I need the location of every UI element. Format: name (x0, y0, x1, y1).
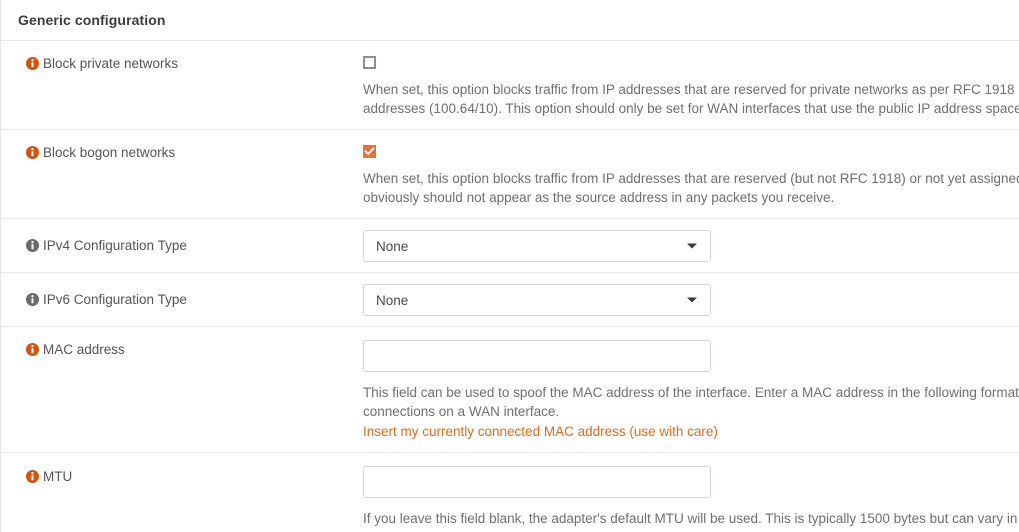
field-label-ipv6-configuration-type: IPv6 Configuration Type (43, 292, 187, 307)
label-cell-block-bogon-networks: Block bogon networks (1, 143, 363, 161)
select-ipv6-configuration-type[interactable]: None (363, 284, 711, 316)
help-text-block-bogon-networks: When set, this option blocks traffic fro… (363, 169, 1019, 207)
label-cell-mtu: MTU (1, 466, 363, 485)
help-text-mtu: If you leave this field blank, the adapt… (363, 509, 1019, 528)
checkbox-block-private-networks[interactable] (363, 56, 376, 69)
help-text-block-private-networks: When set, this option blocks traffic fro… (363, 80, 1019, 118)
control-cell-ipv4-configuration-type: None (363, 230, 1019, 262)
control-cell-mtu: If you leave this field blank, the adapt… (363, 466, 1019, 528)
label-cell-ipv4-configuration-type: IPv4 Configuration Type (1, 230, 363, 254)
row-ipv6-configuration-type: IPv6 Configuration Type None (1, 273, 1019, 327)
insert-connected-mac-address-link[interactable]: Insert my currently connected MAC addres… (363, 422, 1019, 441)
field-label-mac-address: MAC address (43, 342, 125, 357)
help-line: If you leave this field blank, the adapt… (363, 511, 1019, 526)
help-line: obviously should not appear as the sourc… (363, 190, 835, 205)
info-circle-icon[interactable] (26, 57, 39, 70)
row-mtu: MTU If you leave this field blank, the a… (1, 453, 1019, 532)
select-value-ipv6: None (376, 292, 409, 308)
control-cell-mac-address: This field can be used to spoof the MAC … (363, 340, 1019, 441)
help-line: When set, this option blocks traffic fro… (363, 82, 1019, 97)
generic-configuration-panel: Generic configuration Block private netw… (0, 0, 1019, 532)
row-block-bogon-networks: Block bogon networks When set, this opti… (1, 130, 1019, 219)
help-line: connections on a WAN interface. (363, 404, 560, 419)
info-circle-icon[interactable] (26, 470, 39, 483)
label-cell-mac-address: MAC address (1, 340, 363, 358)
chevron-down-icon (687, 297, 697, 303)
help-text-mac-address: This field can be used to spoof the MAC … (363, 383, 1019, 441)
field-label-ipv4-configuration-type: IPv4 Configuration Type (43, 238, 187, 253)
row-ipv4-configuration-type: IPv4 Configuration Type None (1, 219, 1019, 273)
help-line: When set, this option blocks traffic fro… (363, 171, 1019, 186)
control-cell-block-bogon-networks: When set, this option blocks traffic fro… (363, 143, 1019, 207)
field-label-mtu: MTU (43, 469, 73, 484)
field-label-block-private-networks: Block private networks (43, 56, 179, 71)
checkbox-block-bogon-networks[interactable] (363, 145, 376, 158)
control-cell-ipv6-configuration-type: None (363, 284, 1019, 316)
page-title: Generic configuration (18, 12, 166, 28)
mac-address-input[interactable] (363, 340, 711, 372)
help-line: addresses (100.64/10). This option shoul… (363, 101, 1019, 116)
row-mac-address: MAC address This field can be used to sp… (1, 327, 1019, 453)
section-header: Generic configuration (1, 0, 1019, 41)
field-label-block-bogon-networks: Block bogon networks (43, 145, 176, 160)
info-circle-icon[interactable] (26, 146, 39, 159)
chevron-down-icon (687, 243, 697, 249)
label-cell-block-private-networks: Block private networks (1, 54, 363, 72)
info-circle-icon[interactable] (26, 239, 39, 252)
control-cell-block-private-networks: When set, this option blocks traffic fro… (363, 54, 1019, 118)
select-ipv4-configuration-type[interactable]: None (363, 230, 711, 262)
info-circle-icon[interactable] (26, 343, 39, 356)
mtu-input[interactable] (363, 466, 711, 498)
select-value-ipv4: None (376, 238, 409, 254)
info-circle-icon[interactable] (26, 293, 39, 306)
label-cell-ipv6-configuration-type: IPv6 Configuration Type (1, 284, 363, 308)
help-line: This field can be used to spoof the MAC … (363, 385, 1019, 400)
row-block-private-networks: Block private networks When set, this op… (1, 41, 1019, 130)
